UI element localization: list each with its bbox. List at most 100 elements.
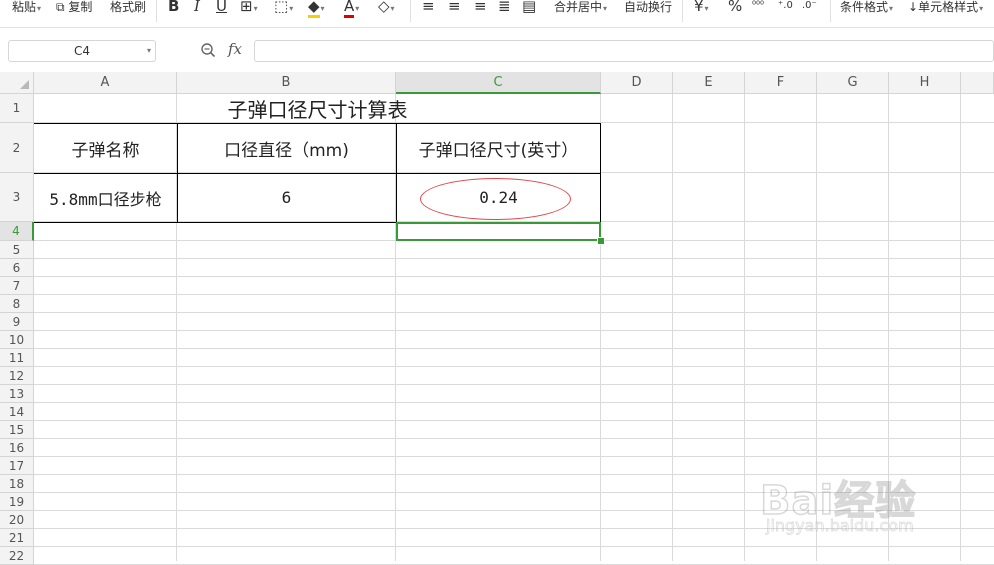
grid-row-line: [34, 438, 994, 439]
row-header-21[interactable]: 21: [0, 529, 34, 547]
select-all-corner[interactable]: [0, 72, 34, 94]
column-header-a[interactable]: A: [34, 72, 177, 94]
row-header-9[interactable]: 9: [0, 313, 34, 331]
row-header-5[interactable]: 5: [0, 241, 34, 259]
cell-style-icon: ↓: [908, 0, 919, 14]
clear-button[interactable]: ◇▾: [378, 0, 395, 19]
merge-center-button[interactable]: 合并居中▾: [554, 0, 607, 17]
fill-pattern-icon: ⬚: [274, 0, 289, 15]
title-cell[interactable]: 子弹口径尺寸计算表: [34, 94, 601, 123]
bold-button[interactable]: B: [168, 0, 179, 16]
row-header-16[interactable]: 16: [0, 439, 34, 457]
clear-dropdown-icon[interactable]: ▾: [391, 4, 395, 13]
fill-pattern-button[interactable]: ⬚▾: [274, 0, 293, 19]
annotation-oval: [420, 178, 571, 220]
row-header-17[interactable]: 17: [0, 457, 34, 475]
row-header-22[interactable]: 22: [0, 547, 34, 565]
row-header-4[interactable]: 4: [0, 222, 34, 241]
fill-pattern-dropdown-icon[interactable]: ▾: [289, 4, 293, 13]
distributed-align-icon: ▤: [522, 0, 537, 15]
fx-icon[interactable]: fx: [228, 40, 242, 58]
row-header-15[interactable]: 15: [0, 421, 34, 439]
distributed-align-button[interactable]: ▤: [522, 0, 536, 16]
border-dropdown-icon[interactable]: ▾: [254, 4, 258, 13]
grid-row-line: [34, 312, 994, 313]
align-center-icon: ≡: [448, 0, 461, 15]
percent-button[interactable]: %: [728, 0, 742, 16]
grid-row-line: [34, 276, 994, 277]
column-header-filler: [961, 72, 994, 94]
currency-dropdown-icon[interactable]: ▾: [705, 4, 709, 13]
conditional-format-dropdown-icon[interactable]: ▾: [889, 4, 893, 13]
row-header-6[interactable]: 6: [0, 259, 34, 277]
fill-color-dropdown-icon[interactable]: ▾: [321, 4, 325, 13]
row-header-20[interactable]: 20: [0, 511, 34, 529]
justify-button[interactable]: ≣: [498, 0, 511, 16]
row-header-3[interactable]: 3: [0, 173, 34, 222]
conditional-format-label: 条件格式: [840, 0, 889, 14]
thousands-separator-button[interactable]: ⁰⁰⁰: [752, 0, 764, 16]
fill-color-button[interactable]: ◆▾: [308, 0, 325, 19]
cell-style-button[interactable]: ↓单元格样式▾: [908, 0, 983, 17]
wrap-text-button[interactable]: 自动换行: [624, 0, 672, 17]
copy-button[interactable]: ⧉ 复制: [56, 0, 92, 17]
format-painter-button[interactable]: 格式刷: [110, 0, 146, 17]
align-right-icon: ≡: [474, 0, 487, 15]
row-header-10[interactable]: 10: [0, 331, 34, 349]
row-header-13[interactable]: 13: [0, 385, 34, 403]
ribbon-divider: [830, 0, 831, 22]
conditional-format-button[interactable]: 条件格式▾: [840, 0, 893, 17]
header-cell-a2[interactable]: 子弹名称: [34, 123, 177, 173]
row-header-12[interactable]: 12: [0, 367, 34, 385]
fill-handle[interactable]: [597, 237, 605, 245]
thousands-separator-icon: ⁰⁰⁰: [752, 0, 765, 11]
underline-button[interactable]: U: [216, 0, 227, 16]
column-header-c[interactable]: C: [396, 72, 601, 94]
header-cell-c2[interactable]: 子弹口径尺寸(英寸）: [396, 123, 601, 173]
grid-row-line: [34, 330, 994, 331]
merge-center-label: 合并居中: [554, 0, 603, 14]
row-header-2[interactable]: 2: [0, 123, 34, 173]
row-header-1[interactable]: 1: [0, 94, 34, 123]
currency-button[interactable]: ¥▾: [694, 0, 709, 19]
align-left-button[interactable]: ≡: [422, 0, 435, 16]
row-header-7[interactable]: 7: [0, 277, 34, 295]
row-header-11[interactable]: 11: [0, 349, 34, 367]
ribbon-divider: [156, 0, 157, 22]
column-header-b[interactable]: B: [177, 72, 396, 94]
column-header-h[interactable]: H: [889, 72, 961, 94]
paste-button[interactable]: 粘贴▾: [12, 0, 41, 17]
row-header-19[interactable]: 19: [0, 493, 34, 511]
data-cell-b3[interactable]: 6: [177, 173, 396, 222]
header-cell-b2[interactable]: 口径直径（mm): [177, 123, 396, 173]
zoom-icon[interactable]: [200, 42, 216, 58]
column-header-g[interactable]: G: [817, 72, 889, 94]
border-button[interactable]: ⊞▾: [240, 0, 258, 19]
paste-dropdown-icon[interactable]: ▾: [37, 4, 41, 13]
formula-input[interactable]: [254, 40, 994, 62]
column-header-d[interactable]: D: [601, 72, 673, 94]
ribbon-divider: [682, 0, 683, 22]
row-header-18[interactable]: 18: [0, 475, 34, 493]
active-cell-selection[interactable]: [396, 222, 601, 241]
row-header-14[interactable]: 14: [0, 403, 34, 421]
merge-center-dropdown-icon[interactable]: ▾: [603, 4, 607, 13]
decrease-decimal-button[interactable]: .0⁻: [802, 0, 817, 16]
eraser-icon: ◇: [378, 0, 390, 15]
copy-label: 复制: [68, 0, 93, 14]
font-color-button[interactable]: A▾: [344, 0, 359, 19]
align-right-button[interactable]: ≡: [474, 0, 487, 16]
column-header-e[interactable]: E: [673, 72, 745, 94]
increase-decimal-button[interactable]: ⁺.0: [778, 0, 793, 16]
baidu-watermark: Bai经验 jingyan.baidu.com: [759, 458, 990, 540]
data-cell-a3[interactable]: 5.8mm口径步枪: [34, 173, 177, 222]
cell-style-dropdown-icon[interactable]: ▾: [979, 4, 983, 13]
italic-button[interactable]: I: [194, 0, 200, 16]
name-box[interactable]: C4 ▾: [8, 40, 156, 62]
font-color-dropdown-icon[interactable]: ▾: [355, 4, 359, 13]
column-header-f[interactable]: F: [745, 72, 817, 94]
grid-row-line: [34, 420, 994, 421]
name-box-dropdown-icon[interactable]: ▾: [147, 41, 151, 61]
align-center-button[interactable]: ≡: [448, 0, 461, 16]
row-header-8[interactable]: 8: [0, 295, 34, 313]
